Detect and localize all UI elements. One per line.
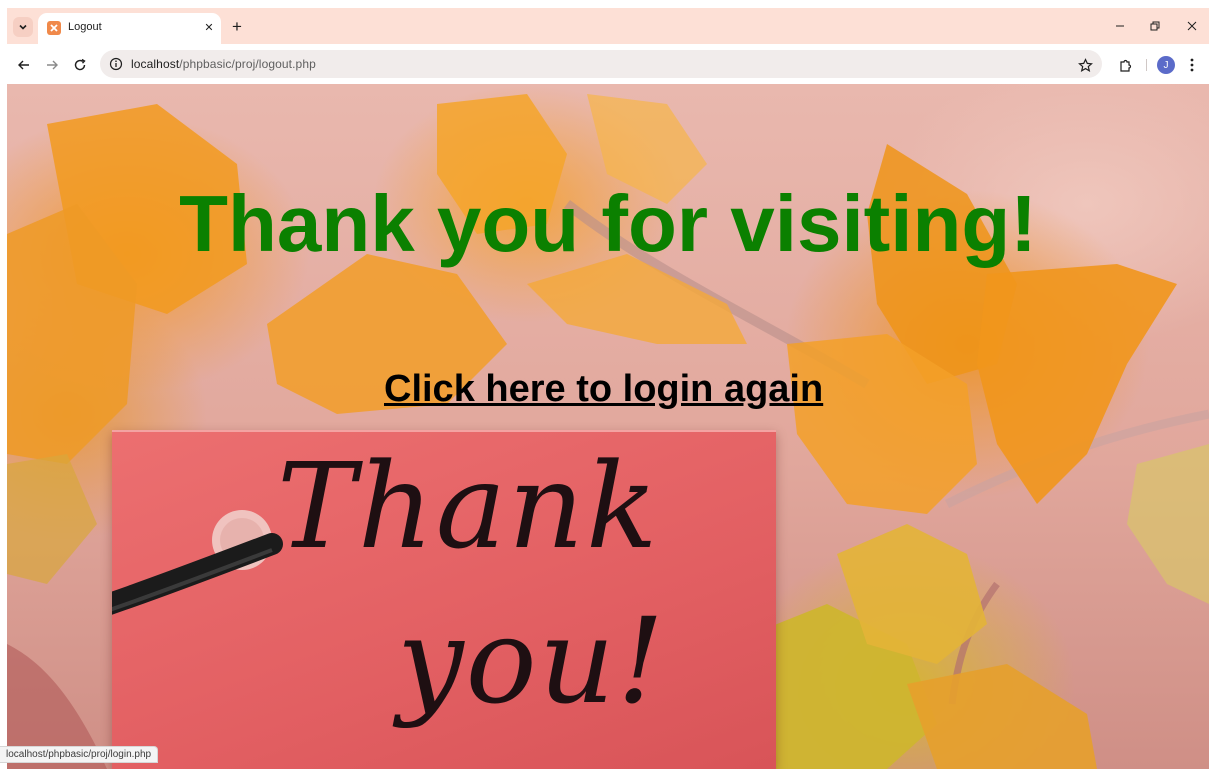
arrow-left-icon [18, 60, 29, 70]
tab-search-button[interactable] [13, 17, 33, 37]
url-path: /phpbasic/proj/logout.php [179, 57, 316, 71]
close-window-button[interactable] [1181, 16, 1203, 36]
extensions-button[interactable] [1114, 54, 1136, 76]
minimize-icon [1116, 25, 1124, 27]
close-icon: ✕ [204, 21, 214, 34]
browser-menu-button[interactable] [1184, 54, 1200, 76]
address-bar[interactable]: localhost/phpbasic/proj/logout.php [100, 50, 1102, 78]
star-icon [1077, 57, 1093, 72]
minimize-button[interactable] [1109, 16, 1131, 36]
tab-title: Logout [68, 21, 102, 33]
info-icon [109, 57, 123, 71]
thank-you-tag-image: Thank you! [112, 430, 776, 769]
reload-icon [74, 58, 86, 71]
more-vertical-icon [1190, 58, 1194, 72]
tab-strip: Logout ✕ + [7, 8, 1209, 44]
browser-window: Logout ✕ + localhost/phpbasic/proj/logou… [7, 8, 1209, 769]
bookmark-button[interactable] [1074, 54, 1096, 76]
tag-handwriting-line1: Thank [277, 437, 660, 575]
chevron-down-icon [19, 24, 27, 30]
plus-icon: + [232, 17, 242, 36]
reload-button[interactable] [69, 54, 91, 76]
restore-button[interactable] [1144, 16, 1166, 36]
tab-close-button[interactable]: ✕ [201, 19, 217, 35]
puzzle-icon [1119, 59, 1131, 72]
tag-handwriting-line2: you! [397, 592, 667, 730]
url-text: localhost/phpbasic/proj/logout.php [131, 57, 316, 71]
forward-button[interactable] [41, 54, 63, 76]
arrow-right-icon [47, 60, 58, 70]
page-headline: Thank you for visiting! [179, 179, 1037, 268]
back-button[interactable] [13, 54, 35, 76]
login-again-link[interactable]: Click here to login again [384, 368, 823, 411]
xampp-favicon-icon [47, 21, 61, 35]
status-bar-url: localhost/phpbasic/proj/login.php [0, 746, 159, 763]
close-icon [1187, 21, 1197, 31]
browser-toolbar: localhost/phpbasic/proj/logout.php J [7, 44, 1209, 84]
tab-logout[interactable]: Logout ✕ [38, 13, 221, 44]
profile-avatar[interactable]: J [1157, 56, 1175, 74]
page-viewport: Thank you! Thank you for visiting! Click… [7, 84, 1209, 769]
restore-icon [1150, 21, 1160, 31]
new-tab-button[interactable]: + [227, 17, 247, 37]
url-host: localhost [131, 57, 180, 71]
toolbar-separator [1146, 59, 1147, 71]
site-info-button[interactable] [108, 56, 124, 72]
